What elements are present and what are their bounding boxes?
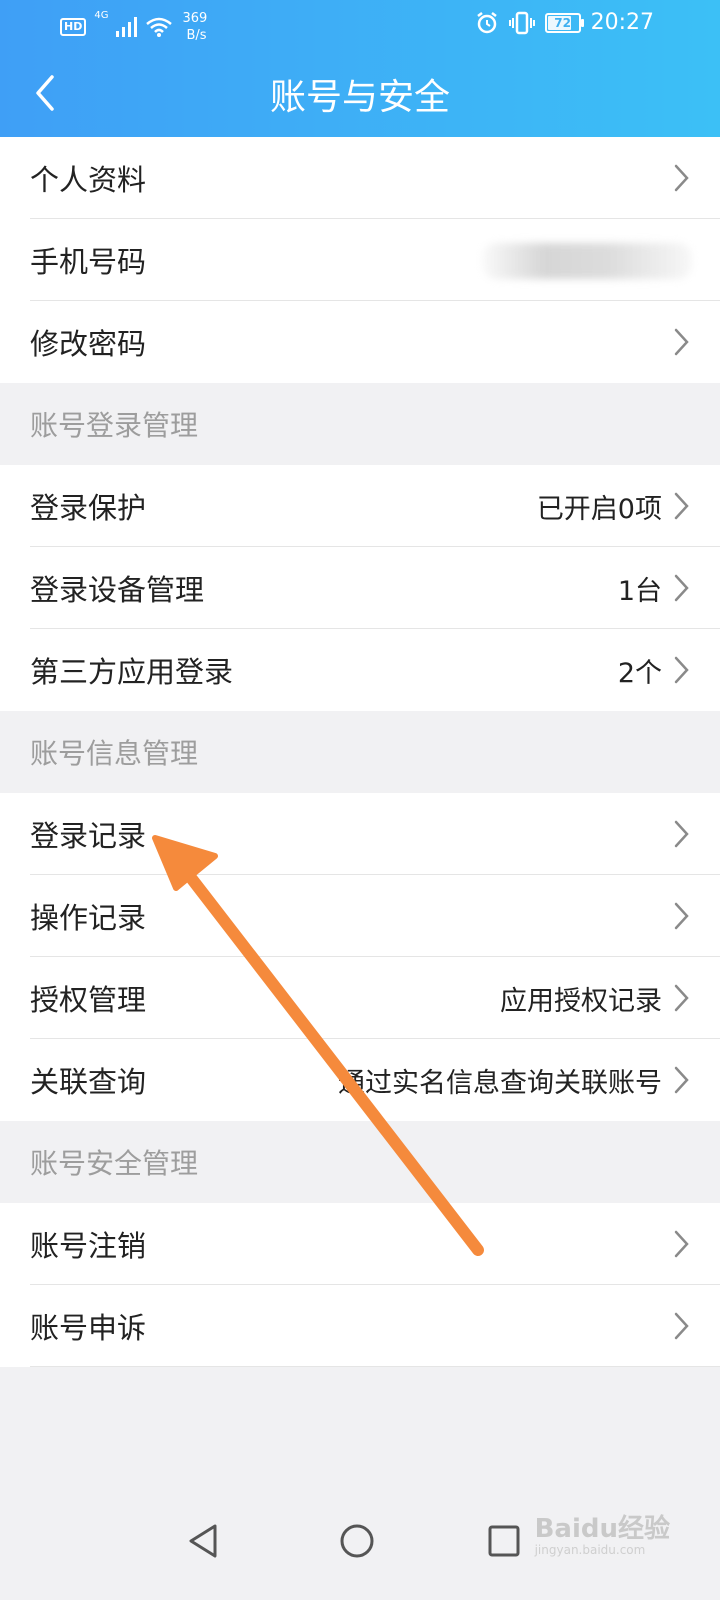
third-party-login-row[interactable]: 第三方应用登录 2个 bbox=[0, 629, 720, 711]
nav-recents-icon[interactable] bbox=[487, 1522, 521, 1560]
baidu-watermark: Baidu经验 jingyan.baidu.com bbox=[534, 1514, 670, 1557]
signal-icon bbox=[116, 17, 138, 37]
status-bar-left: HD 4G 369 B/s bbox=[60, 10, 207, 44]
vibrate-icon bbox=[508, 11, 535, 34]
section-login-management: 账号登录管理 bbox=[0, 383, 720, 465]
nav-home-icon[interactable] bbox=[338, 1522, 376, 1560]
chevron-right-icon bbox=[674, 984, 689, 1012]
clock: 20:27 bbox=[590, 10, 654, 35]
settings-list: 个人资料 手机号码 修改密码 账号登录管理 登录保护 已开启0项 登录设备管理 … bbox=[0, 137, 720, 1367]
network-speed: 369 B/s bbox=[182, 11, 208, 43]
chevron-right-icon bbox=[674, 574, 689, 602]
chevron-right-icon bbox=[674, 656, 689, 684]
section-security-management: 账号安全管理 bbox=[0, 1121, 720, 1203]
login-protection-row[interactable]: 登录保护 已开启0项 bbox=[0, 465, 720, 547]
status-bar-right: 72 20:27 bbox=[475, 10, 654, 35]
association-query-row[interactable]: 关联查询 通过实名信息查询关联账号 bbox=[0, 1039, 720, 1121]
section-info-management: 账号信息管理 bbox=[0, 711, 720, 793]
network-type: 4G bbox=[94, 10, 109, 21]
app-header: HD 4G 369 B/s 72 20:27 账号与安全 bbox=[0, 0, 720, 137]
change-password-row[interactable]: 修改密码 bbox=[0, 301, 720, 383]
chevron-right-icon bbox=[674, 1312, 689, 1340]
chevron-right-icon bbox=[674, 328, 689, 356]
phone-row[interactable]: 手机号码 bbox=[0, 219, 720, 301]
chevron-right-icon bbox=[674, 164, 689, 192]
chevron-right-icon bbox=[674, 902, 689, 930]
account-cancel-row[interactable]: 账号注销 bbox=[0, 1203, 720, 1285]
redacted-phone-number bbox=[482, 243, 692, 279]
chevron-right-icon bbox=[674, 492, 689, 520]
nav-back-icon[interactable] bbox=[185, 1522, 221, 1560]
operation-records-row[interactable]: 操作记录 bbox=[0, 875, 720, 957]
chevron-right-icon bbox=[674, 820, 689, 848]
account-appeal-row[interactable]: 账号申诉 bbox=[0, 1285, 720, 1367]
chevron-right-icon bbox=[674, 1066, 689, 1094]
hd-badge: HD bbox=[60, 18, 87, 36]
login-records-row[interactable]: 登录记录 bbox=[0, 793, 720, 875]
battery-icon: 72 bbox=[544, 12, 584, 33]
personal-info-row[interactable]: 个人资料 bbox=[0, 137, 720, 219]
page-title: 账号与安全 bbox=[269, 77, 450, 118]
device-management-row[interactable]: 登录设备管理 1台 bbox=[0, 547, 720, 629]
wifi-icon bbox=[146, 17, 173, 37]
alarm-icon bbox=[476, 11, 497, 33]
authorization-row[interactable]: 授权管理 应用授权记录 bbox=[0, 957, 720, 1039]
chevron-right-icon bbox=[674, 1230, 689, 1258]
